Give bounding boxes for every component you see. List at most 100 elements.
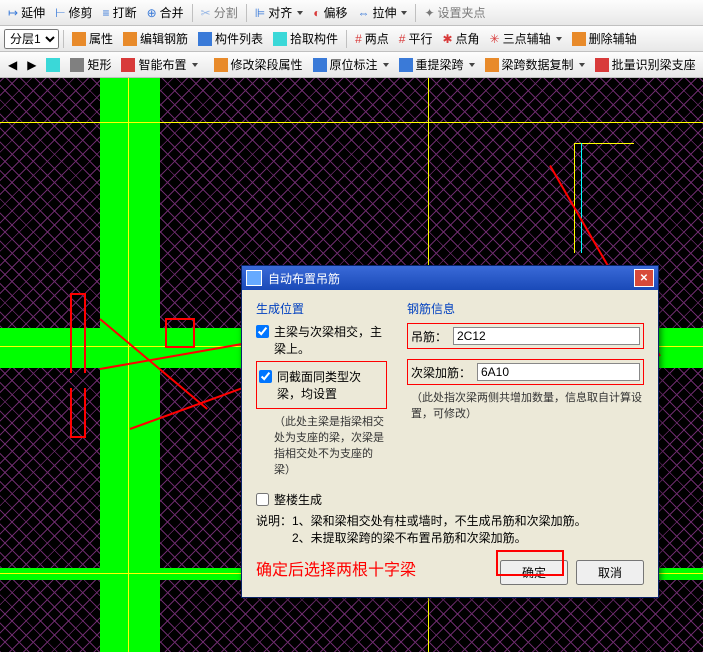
two-pt-button[interactable]: #两点 [351, 28, 393, 49]
pt-angle-button[interactable]: ✱点角 [438, 28, 483, 49]
layer-select[interactable]: 分层1 [4, 29, 59, 49]
separator [346, 30, 347, 48]
separator [246, 4, 247, 22]
prop-button[interactable]: 属性 [68, 28, 117, 49]
dialog-content: 生成位置 主梁与次梁相交，主梁上。 同截面同类型次梁，均设置 （此处主梁是指梁相… [242, 290, 658, 552]
merge-button[interactable]: ⊕合并 [143, 2, 188, 23]
label: 对齐 [268, 4, 292, 21]
label: 修改梁段属性 [231, 56, 303, 73]
three-pt-axis-button[interactable]: ✳三点辅轴 [486, 28, 566, 49]
note-text: （此处主梁是指梁相交处为支座的梁，次梁是指相交处不为支座的梁） [274, 413, 387, 477]
note-text: （此处指次梁两侧共增加数量，信息取自计算设置，可修改） [411, 389, 644, 421]
close-button[interactable]: ✕ [634, 269, 654, 287]
chevron-down-icon [401, 11, 407, 15]
chk-same-section[interactable] [259, 370, 272, 383]
grip-button[interactable]: ✦设置夹点 [420, 2, 489, 23]
batch-rec-button[interactable]: 批量识别梁支座 [591, 54, 700, 75]
arrow-icon: ↦ [8, 6, 18, 20]
auto-place-dialog: 自动布置吊筋 ✕ 生成位置 主梁与次梁相交，主梁上。 同截面同类型次梁，均设置 … [241, 265, 659, 598]
suspend-input[interactable] [453, 327, 640, 345]
axis-icon: ✳ [490, 32, 500, 46]
toolbar-1: ↦延伸 ⊢ 修剪 ≡打断 ⊕合并 ✂分割 ⊫对齐 ◐偏移 ⇔拉伸 ✦设置夹点 [0, 0, 703, 26]
break-icon: ≡ [103, 6, 110, 20]
chk-label: 同截面同类型次梁，均设置 [277, 368, 384, 402]
label: 原位标注 [330, 56, 378, 73]
label: 分割 [214, 4, 238, 21]
toolbar-2: 分层1 属性 编辑钢筋 构件列表 拾取构件 #两点 #平行 ✱点角 ✳三点辅轴 … [0, 26, 703, 52]
label: 延伸 [21, 4, 45, 21]
chk-whole-building[interactable] [256, 493, 269, 506]
refresh-icon [399, 58, 413, 72]
trim-button[interactable]: ⊢ 修剪 [51, 2, 96, 23]
mod-seg-button[interactable]: 修改梁段属性 [210, 54, 307, 75]
rebar-info-section: 钢筋信息 吊筋： 次梁加筋： （此处指次梁两侧共增加数量，信息取自计算设置，可修… [407, 300, 644, 481]
grid-icon: # [355, 32, 362, 46]
parallel-button[interactable]: #平行 [395, 28, 437, 49]
nav-prev-button[interactable]: ◀ [4, 56, 21, 74]
label: 合并 [160, 4, 184, 21]
chevron-down-icon [556, 37, 562, 41]
stretch-icon: ⇔ [357, 6, 369, 20]
label: 批量识别梁支座 [612, 56, 696, 73]
dialog-title: 自动布置吊筋 [268, 270, 340, 287]
red-highlight [496, 550, 564, 576]
add-rebar-label: 次梁加筋： [411, 364, 471, 381]
toolbar-3: ◀ ▶ 矩形 智能布置 修改梁段属性 原位标注 重提梁跨 梁跨数据复制 批量识别… [0, 52, 703, 78]
align-button[interactable]: ⊫对齐 [251, 2, 307, 23]
grid-icon: # [399, 32, 406, 46]
label: 梁跨数据复制 [502, 56, 574, 73]
pick-comp-button[interactable]: 拾取构件 [269, 28, 342, 49]
label: 偏移 [323, 4, 347, 21]
separator [415, 4, 416, 22]
span-copy-button[interactable]: 梁跨数据复制 [481, 54, 589, 75]
chevron-down-icon [297, 11, 303, 15]
del-axis-button[interactable]: 删除辅轴 [568, 28, 641, 49]
rebar-mark [70, 293, 86, 373]
rebar-edit-button[interactable]: 编辑钢筋 [119, 28, 192, 49]
rect-button[interactable]: 矩形 [66, 54, 115, 75]
tag-icon [313, 58, 327, 72]
reset-span-button[interactable]: 重提梁跨 [395, 54, 479, 75]
rect-icon [70, 58, 84, 72]
chevron-right-icon: ▶ [27, 58, 36, 72]
comp-list-button[interactable]: 构件列表 [194, 28, 267, 49]
label: 编辑钢筋 [140, 30, 188, 47]
yellow-axis [0, 122, 703, 123]
add-rebar-input[interactable] [477, 363, 640, 381]
rebar-mark [70, 388, 86, 438]
nav-sel-button[interactable] [42, 56, 64, 74]
stretch-button[interactable]: ⇔拉伸 [353, 2, 411, 23]
align-icon: ⊫ [255, 6, 265, 20]
chevron-down-icon [383, 63, 389, 67]
merge-icon: ⊕ [147, 6, 157, 20]
grid-icon [121, 58, 135, 72]
section-title: 生成位置 [256, 300, 387, 317]
cyan-line [581, 143, 582, 253]
nav-next-button[interactable]: ▶ [23, 56, 40, 74]
offset-button[interactable]: ◐偏移 [309, 2, 351, 23]
rebar-mark [165, 318, 195, 348]
generate-position-section: 生成位置 主梁与次梁相交，主梁上。 同截面同类型次梁，均设置 （此处主梁是指梁相… [256, 300, 387, 481]
suspend-label: 吊筋： [411, 328, 447, 345]
label: 两点 [365, 30, 389, 47]
label: 拾取构件 [290, 30, 338, 47]
picker-icon [273, 32, 287, 46]
break-button[interactable]: ≡打断 [99, 2, 141, 23]
label: 修剪 [69, 4, 93, 21]
label: 三点辅轴 [503, 30, 551, 47]
dialog-titlebar[interactable]: 自动布置吊筋 ✕ [242, 266, 658, 290]
chk-label: 整楼生成 [274, 491, 322, 508]
orig-label-button[interactable]: 原位标注 [309, 54, 393, 75]
separator [63, 30, 64, 48]
extend-button[interactable]: ↦延伸 [4, 2, 49, 23]
angle-icon: ✱ [442, 32, 452, 46]
cancel-button[interactable]: 取消 [576, 560, 644, 585]
label: 拉伸 [372, 4, 396, 21]
split-button[interactable]: ✂分割 [197, 2, 242, 23]
copy-icon [485, 58, 499, 72]
smart-place-button[interactable]: 智能布置 [117, 54, 201, 75]
label: 平行 [408, 30, 432, 47]
chk-main-sub[interactable] [256, 325, 269, 338]
cut-icon: ⊢ [55, 6, 65, 20]
label: 删除辅轴 [589, 30, 637, 47]
